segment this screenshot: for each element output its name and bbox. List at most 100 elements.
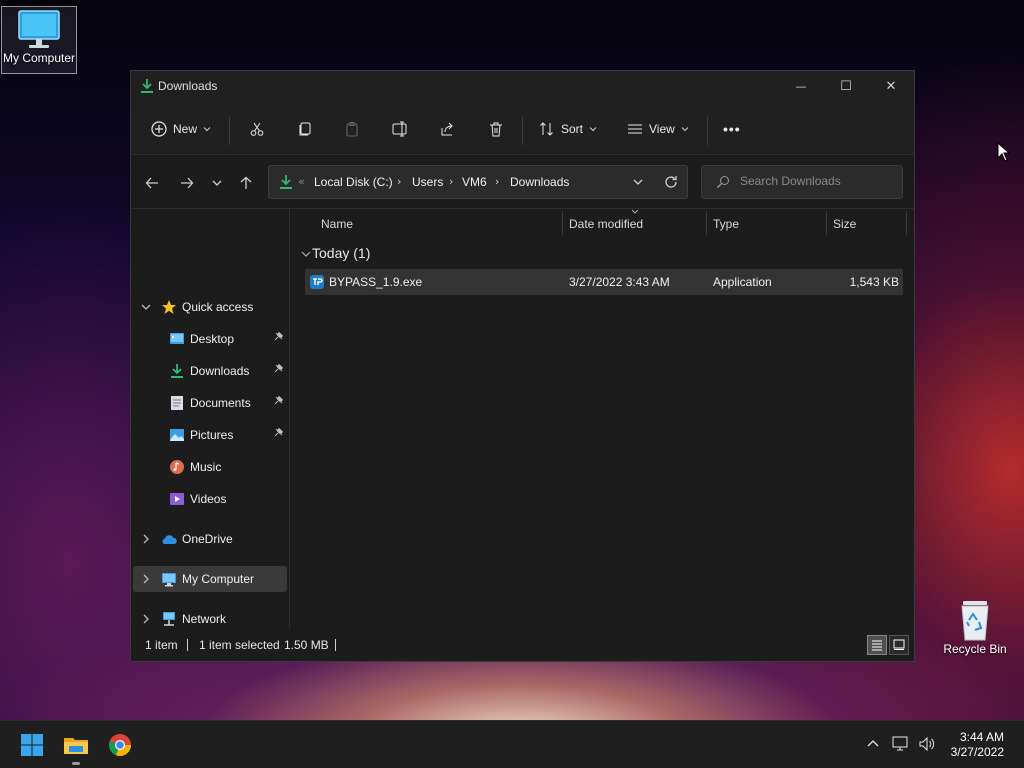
nav-documents[interactable]: Documents bbox=[133, 390, 287, 416]
tiles-view-icon bbox=[893, 639, 905, 650]
pin-icon bbox=[274, 364, 283, 373]
onedrive-icon bbox=[162, 535, 177, 544]
details-view-button[interactable] bbox=[867, 635, 887, 655]
title-bar[interactable]: Downloads — ☐ ✕ bbox=[131, 71, 914, 103]
search-box[interactable] bbox=[701, 165, 903, 199]
cut-button[interactable] bbox=[249, 117, 265, 141]
breadcrumb-downloads[interactable]: Downloads bbox=[510, 175, 569, 189]
monitor-icon bbox=[162, 573, 176, 587]
pin-icon bbox=[274, 332, 283, 341]
sort-button[interactable]: Sort bbox=[539, 117, 597, 141]
view-button[interactable]: View bbox=[627, 117, 689, 141]
window-title: Downloads bbox=[158, 79, 218, 93]
system-clock[interactable]: 3:44 AM 3/27/2022 bbox=[951, 730, 1004, 760]
nav-label: Network bbox=[182, 612, 227, 626]
divider[interactable] bbox=[706, 211, 707, 235]
downloads-icon bbox=[141, 79, 153, 93]
network-status-icon[interactable] bbox=[892, 736, 910, 752]
search-icon bbox=[717, 176, 729, 188]
chevron-right-icon: › bbox=[397, 175, 402, 188]
divider[interactable] bbox=[826, 211, 827, 235]
sort-indicator-icon bbox=[631, 209, 639, 214]
cut-icon bbox=[250, 122, 264, 136]
network-icon bbox=[163, 612, 175, 626]
new-button[interactable]: New bbox=[151, 117, 211, 141]
minimize-button[interactable]: — bbox=[778, 71, 824, 101]
column-headers: Name Date modified Type Size bbox=[291, 209, 916, 237]
file-explorer-window: Downloads — ☐ ✕ New Sort View ••• « Loca… bbox=[130, 70, 915, 662]
taskbar: 3:44 AM 3/27/2022 bbox=[0, 720, 1024, 768]
nav-onedrive[interactable]: OneDrive bbox=[133, 526, 287, 552]
chrome-icon bbox=[109, 734, 132, 757]
search-input[interactable] bbox=[740, 174, 890, 188]
nav-label: Music bbox=[190, 460, 222, 474]
nav-desktop[interactable]: Desktop bbox=[133, 326, 287, 352]
more-options-button[interactable]: ••• bbox=[723, 117, 741, 141]
share-icon bbox=[441, 122, 453, 136]
nav-videos[interactable]: Videos bbox=[133, 486, 287, 512]
copy-button[interactable] bbox=[297, 117, 313, 141]
recent-locations-button[interactable] bbox=[207, 173, 227, 193]
desktop-icon-my-computer[interactable]: My Computer bbox=[1, 6, 77, 74]
share-button[interactable] bbox=[440, 117, 456, 141]
column-header-size[interactable]: Size bbox=[833, 217, 856, 231]
delete-button[interactable] bbox=[488, 117, 504, 141]
divider bbox=[522, 117, 523, 145]
details-view-icon bbox=[872, 640, 882, 651]
nav-label: Documents bbox=[190, 396, 251, 410]
up-button[interactable] bbox=[236, 173, 256, 193]
column-header-date-modified[interactable]: Date modified bbox=[569, 217, 643, 231]
nav-label: Quick access bbox=[182, 300, 254, 314]
tiles-view-button[interactable] bbox=[889, 635, 909, 655]
pin-icon bbox=[274, 428, 283, 437]
nav-pictures[interactable]: Pictures bbox=[133, 422, 287, 448]
view-list-icon bbox=[628, 124, 642, 134]
pane-splitter[interactable] bbox=[289, 209, 290, 629]
column-header-type[interactable]: Type bbox=[713, 217, 739, 231]
file-list: Name Date modified Type Size Today (1) B… bbox=[291, 209, 916, 633]
rename-icon bbox=[392, 121, 407, 137]
new-label: New bbox=[173, 122, 198, 136]
selection-size: 1.50 MB bbox=[284, 638, 329, 652]
videos-icon bbox=[170, 493, 184, 505]
column-header-name[interactable]: Name bbox=[321, 217, 353, 231]
close-button[interactable]: ✕ bbox=[868, 71, 914, 101]
chevron-down-icon[interactable] bbox=[633, 177, 643, 187]
start-button[interactable] bbox=[16, 729, 48, 761]
address-bar[interactable]: « Local Disk (C:) › Users › VM6 › Downlo… bbox=[268, 165, 688, 199]
desktop-icon-recycle-bin[interactable]: Recycle Bin bbox=[937, 596, 1013, 664]
chevron-right-icon bbox=[143, 574, 149, 584]
divider bbox=[229, 117, 230, 145]
copy-icon bbox=[299, 122, 311, 136]
rename-button[interactable] bbox=[392, 117, 410, 141]
taskbar-file-explorer[interactable] bbox=[60, 729, 92, 765]
refresh-icon[interactable] bbox=[664, 175, 678, 189]
file-explorer-icon bbox=[64, 738, 88, 754]
maximize-button[interactable]: ☐ bbox=[823, 71, 869, 101]
breadcrumb-users[interactable]: Users bbox=[412, 175, 443, 189]
divider[interactable] bbox=[906, 211, 907, 235]
forward-button[interactable] bbox=[177, 173, 197, 193]
arrow-left-icon bbox=[145, 177, 158, 189]
back-button[interactable] bbox=[142, 173, 162, 193]
paste-button[interactable] bbox=[344, 117, 360, 141]
breadcrumb-vm6[interactable]: VM6 bbox=[462, 175, 487, 189]
nav-music[interactable]: Music bbox=[133, 454, 287, 480]
clock-time: 3:44 AM bbox=[959, 730, 1004, 744]
divider bbox=[707, 117, 708, 145]
table-row[interactable]: BYPASS_1.9.exe 3/27/2022 3:43 AM Applica… bbox=[305, 269, 903, 295]
taskbar-chrome[interactable] bbox=[104, 729, 136, 761]
volume-icon[interactable] bbox=[918, 736, 936, 752]
nav-quick-access[interactable]: Quick access bbox=[133, 294, 287, 320]
downloads-icon bbox=[280, 175, 292, 189]
nav-downloads[interactable]: Downloads bbox=[133, 358, 287, 384]
nav-my-computer[interactable]: My Computer bbox=[133, 566, 287, 592]
documents-icon bbox=[171, 396, 183, 410]
divider bbox=[335, 639, 336, 651]
selection-count: 1 item selected bbox=[199, 638, 280, 652]
address-row: « Local Disk (C:) › Users › VM6 › Downlo… bbox=[131, 155, 914, 209]
chevron-right-icon: › bbox=[449, 175, 454, 188]
divider[interactable] bbox=[562, 211, 563, 235]
breadcrumb-local-disk[interactable]: Local Disk (C:) bbox=[314, 175, 393, 189]
chevron-up-icon[interactable] bbox=[866, 737, 880, 751]
